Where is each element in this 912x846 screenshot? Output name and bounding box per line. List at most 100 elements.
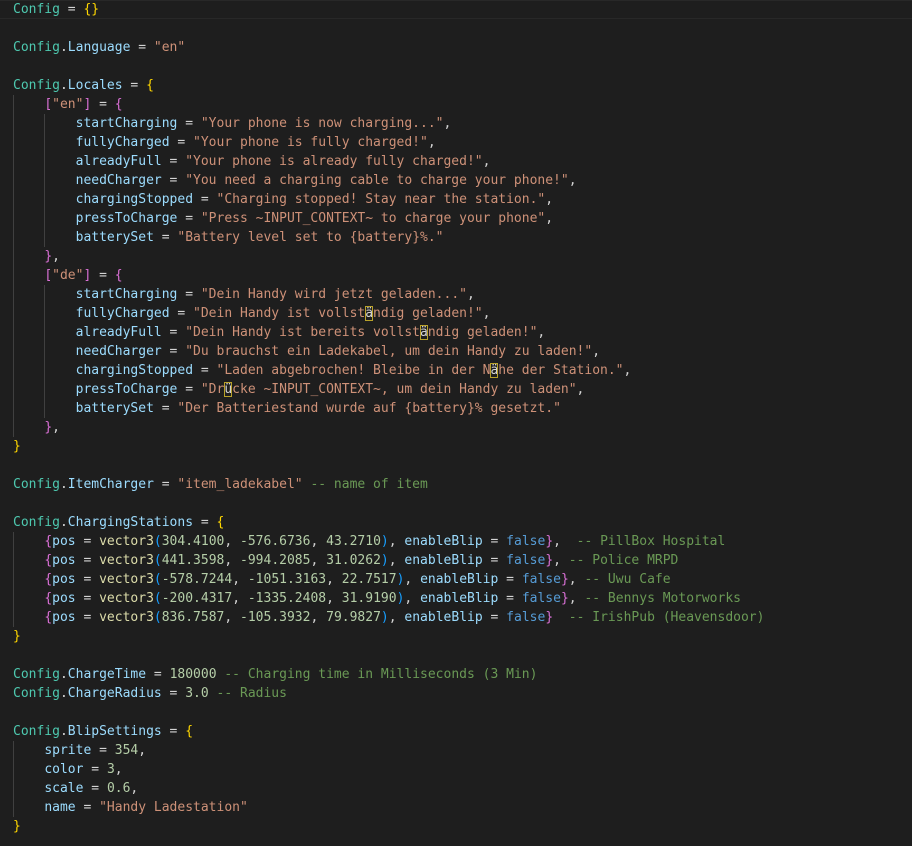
code-token: ,	[466, 287, 475, 302]
code-token: -105.3932	[240, 610, 311, 625]
code-token: ,	[224, 553, 241, 568]
code-line[interactable]: fullyCharged = "Your phone is fully char…	[13, 133, 912, 152]
code-token: ,	[404, 591, 421, 606]
code-line[interactable]: batterySet = "Battery level set to {batt…	[13, 228, 912, 247]
code-line[interactable]	[13, 57, 912, 76]
code-token: enableBlip	[420, 572, 499, 587]
code-line[interactable]: needCharger = "You need a charging cable…	[13, 171, 912, 190]
code-line[interactable]: startCharging = "Your phone is now charg…	[13, 114, 912, 133]
code-token: (	[153, 572, 162, 587]
code-line[interactable]: Config.ChargeRadius = 3.0 -- Radius	[13, 684, 912, 703]
code-token: =	[161, 154, 186, 169]
code-line[interactable]: ["de"] = {	[13, 266, 912, 285]
code-token: "Dein Handy ist bereits vollst	[185, 325, 421, 340]
code-line[interactable]: }	[13, 437, 912, 456]
indent-guide	[13, 228, 14, 247]
code-line[interactable]: },	[13, 418, 912, 437]
code-token: Language	[67, 40, 131, 55]
code-token: )	[380, 534, 389, 549]
code-line[interactable]: scale = 0.6,	[13, 779, 912, 798]
code-line[interactable]	[13, 703, 912, 722]
code-token: vector3	[99, 572, 154, 587]
code-line[interactable]	[13, 19, 912, 38]
code-area[interactable]: Config = {} Config.Language = "en" Confi…	[13, 0, 912, 836]
indent-guide	[13, 266, 14, 285]
code-token: ,	[326, 591, 342, 606]
code-line[interactable]	[13, 494, 912, 513]
code-line[interactable]: needCharger = "Du brauchst ein Ladekabel…	[13, 342, 912, 361]
code-token: Config	[13, 515, 60, 530]
code-token: .	[59, 724, 68, 739]
indent-guide	[44, 190, 45, 209]
code-line[interactable]: alreadyFull = "Dein Handy ist bereits vo…	[13, 323, 912, 342]
code-line[interactable]: {pos = vector3(-578.7244, -1051.3163, 22…	[13, 570, 912, 589]
code-line[interactable]: name = "Handy Ladestation"	[13, 798, 912, 817]
code-line[interactable]: Config.ChargeTime = 180000 -- Charging t…	[13, 665, 912, 684]
code-line[interactable]: {pos = vector3(-200.4317, -1335.2408, 31…	[13, 589, 912, 608]
code-line[interactable]: Config.Locales = {	[13, 76, 912, 95]
code-token: =	[153, 477, 178, 492]
code-line[interactable]: Config = {}	[13, 0, 912, 19]
code-line[interactable]: {pos = vector3(304.4100, -576.6736, 43.2…	[13, 532, 912, 551]
code-line[interactable]: sprite = 354,	[13, 741, 912, 760]
code-line[interactable]: alreadyFull = "Your phone is already ful…	[13, 152, 912, 171]
code-line[interactable]: chargingStopped = "Charging stopped! Sta…	[13, 190, 912, 209]
code-line[interactable]: },	[13, 247, 912, 266]
code-token: "Du brauchst ein Ladekabel, um dein Hand…	[185, 344, 593, 359]
code-line[interactable]: fullyCharged = "Dein Handy ist vollständ…	[13, 304, 912, 323]
code-token: =	[498, 591, 522, 606]
indent-guide	[44, 114, 45, 133]
code-line[interactable]: Config.BlipSettings = {	[13, 722, 912, 741]
code-token: -- Charging time in Milliseconds (3 Min)	[224, 667, 538, 682]
code-token: -- IrishPub (Heavensdoor)	[568, 610, 765, 625]
code-line[interactable]: ["en"] = {	[13, 95, 912, 114]
code-token: pos	[52, 553, 76, 568]
code-line[interactable]: {pos = vector3(441.3598, -994.2085, 31.0…	[13, 551, 912, 570]
code-line[interactable]: startCharging = "Dein Handy wird jetzt g…	[13, 285, 912, 304]
code-line[interactable]: pressToCharge = "Press ~INPUT_CONTEXT~ t…	[13, 209, 912, 228]
code-line[interactable]	[13, 456, 912, 475]
code-token: =	[177, 211, 201, 226]
code-line[interactable]	[13, 646, 912, 665]
code-line[interactable]: pressToCharge = "Drücke ~INPUT_CONTEXT~,…	[13, 380, 912, 399]
code-line[interactable]: Config.Language = "en"	[13, 38, 912, 57]
code-token: pressToCharge	[75, 211, 178, 226]
code-token: ,	[576, 382, 585, 397]
code-token: alreadyFull	[75, 325, 162, 340]
code-token: false	[521, 591, 561, 606]
code-line[interactable]: Config.ChargingStations = {	[13, 513, 912, 532]
code-token: ,	[443, 116, 452, 131]
indent-guide	[13, 361, 14, 380]
code-line[interactable]: chargingStopped = "Laden abgebrochen! Bl…	[13, 361, 912, 380]
code-token: }	[560, 572, 569, 587]
code-token: ,	[482, 306, 491, 321]
code-token: =	[83, 762, 107, 777]
code-line[interactable]: }	[13, 817, 912, 836]
code-line[interactable]: color = 3,	[13, 760, 912, 779]
code-token: ,	[224, 610, 241, 625]
code-token: =	[161, 686, 186, 701]
indent-guide	[13, 304, 14, 323]
code-token: -- Radius	[216, 686, 287, 701]
code-token: 354	[114, 743, 139, 758]
code-token: false	[521, 572, 561, 587]
code-token: "Your phone is fully charged!"	[193, 135, 428, 150]
code-token: (	[153, 591, 162, 606]
code-token: false	[506, 610, 546, 625]
code-token: needCharger	[75, 344, 162, 359]
code-line[interactable]: Config.ItemCharger = "item_ladekabel" --…	[13, 475, 912, 494]
code-token: {	[216, 515, 225, 530]
indent-guide	[13, 152, 14, 171]
code-token: -- Uwu Cafe	[584, 572, 671, 587]
code-token: 0.6	[106, 781, 131, 796]
code-token: -1051.3163	[247, 572, 327, 587]
code-line[interactable]: {pos = vector3(836.7587, -105.3932, 79.9…	[13, 608, 912, 627]
code-line[interactable]: }	[13, 627, 912, 646]
code-token: 3.0	[185, 686, 209, 701]
code-editor[interactable]: Config = {} Config.Language = "en" Confi…	[0, 0, 912, 846]
code-line[interactable]: batterySet = "Der Batteriestand wurde au…	[13, 399, 912, 418]
